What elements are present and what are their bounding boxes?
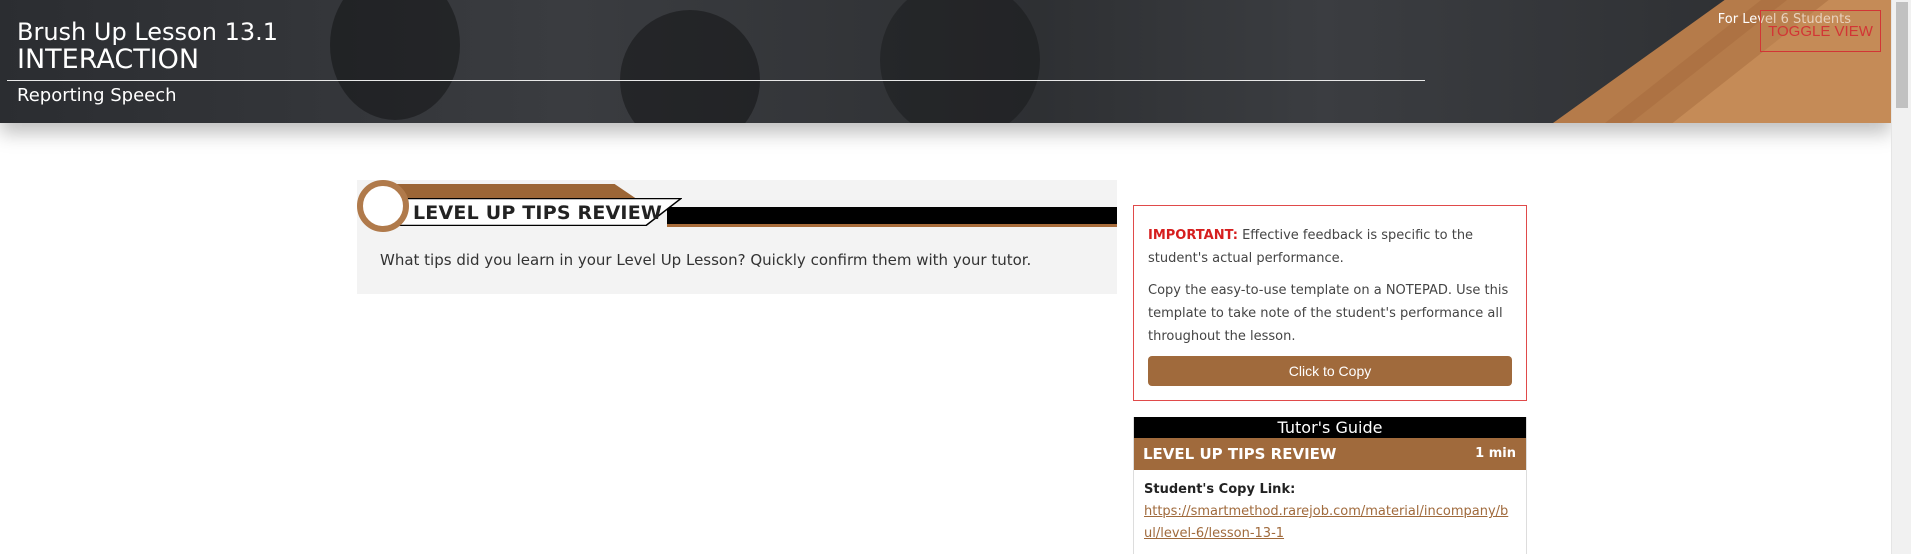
- section-question: What tips did you learn in your Level Up…: [380, 251, 1032, 269]
- tutor-guide-heading: Tutor's Guide: [1134, 417, 1526, 438]
- vertical-scrollbar[interactable]: [1891, 0, 1911, 554]
- important-text: IMPORTANT: Effective feedback is specifi…: [1148, 224, 1512, 270]
- banner-photo-shape: [330, 0, 460, 120]
- toggle-view-button[interactable]: TOGGLE VIEW: [1760, 10, 1881, 52]
- tutor-guide-panel: Tutor's Guide LEVEL UP TIPS REVIEW 1 min…: [1133, 417, 1527, 554]
- guide-duration: 1 min: [1475, 446, 1516, 461]
- lesson-banner: Brush Up Lesson 13.1 INTERACTION Reporti…: [0, 0, 1891, 123]
- lesson-type: INTERACTION: [17, 44, 200, 75]
- guide-section-bar: LEVEL UP TIPS REVIEW 1 min: [1134, 438, 1526, 470]
- important-notice: IMPORTANT: Effective feedback is specifi…: [1133, 205, 1527, 401]
- section-header: LEVEL UP TIPS REVIEW: [357, 180, 1117, 232]
- guide-body: Student's Copy Link: https://smartmethod…: [1134, 470, 1526, 554]
- student-copy-link[interactable]: https://smartmethod.rarejob.com/material…: [1144, 501, 1516, 545]
- header-brown-line: [667, 224, 1117, 227]
- banner-photo-shape: [880, 0, 1040, 123]
- important-text-2: Copy the easy-to-use template on a NOTEP…: [1148, 283, 1509, 344]
- lesson-topic: Reporting Speech: [17, 85, 177, 106]
- scrollbar-thumb[interactable]: [1896, 2, 1908, 108]
- copy-template-button[interactable]: Click to Copy: [1148, 356, 1512, 386]
- section-circle-icon: [357, 180, 409, 232]
- banner-photo-shape: [620, 10, 760, 123]
- banner-divider: [7, 80, 1425, 81]
- guide-section-title: LEVEL UP TIPS REVIEW: [1143, 445, 1337, 463]
- important-label: IMPORTANT:: [1148, 228, 1238, 243]
- lesson-title: Brush Up Lesson 13.1: [17, 18, 278, 46]
- section-title: LEVEL UP TIPS REVIEW: [413, 202, 663, 224]
- student-copy-link-label: Student's Copy Link:: [1144, 482, 1296, 497]
